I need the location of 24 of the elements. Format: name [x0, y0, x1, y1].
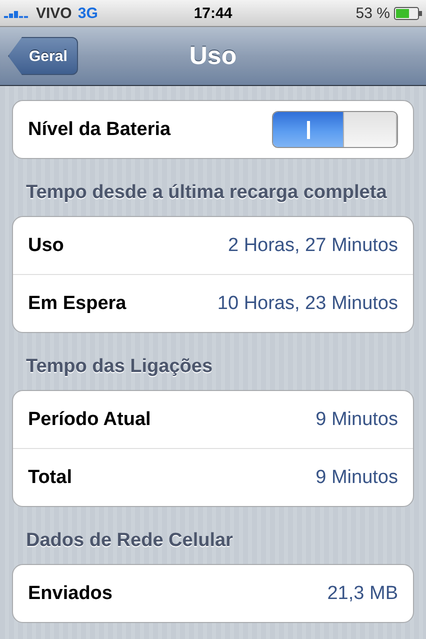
row-label: Período Atual [28, 408, 151, 430]
signal-icon [4, 8, 30, 18]
row-label: Uso [28, 234, 64, 256]
section-header: Tempo das Ligações [25, 355, 214, 379]
network-label: 3G [78, 4, 98, 22]
clock: 17:44 [194, 4, 232, 22]
row-value: 21,3 MB [327, 582, 398, 604]
row-label: Total [28, 466, 72, 488]
row-label: Em Espera [28, 292, 126, 314]
battery-icon [394, 6, 422, 20]
row-label: Enviados [28, 582, 112, 604]
section-header: Tempo desde a última recarga completa [25, 181, 388, 205]
row-value: 9 Minutos [316, 466, 398, 488]
battery-percent: 53 % [356, 4, 390, 22]
on-indicator-icon [306, 120, 310, 138]
section-header: Dados de Rede Celular [25, 529, 234, 553]
carrier-label: VIVO [36, 4, 72, 22]
row-value: 9 Minutos [316, 408, 398, 430]
row-value: 10 Horas, 23 Minutos [217, 292, 398, 314]
row-value: 2 Horas, 27 Minutos [228, 234, 398, 256]
row-label: Nível da Bateria [28, 118, 171, 140]
toggle-switch[interactable] [272, 111, 398, 148]
back-button[interactable]: Geral [8, 37, 78, 75]
page-title: Uso [189, 42, 237, 70]
